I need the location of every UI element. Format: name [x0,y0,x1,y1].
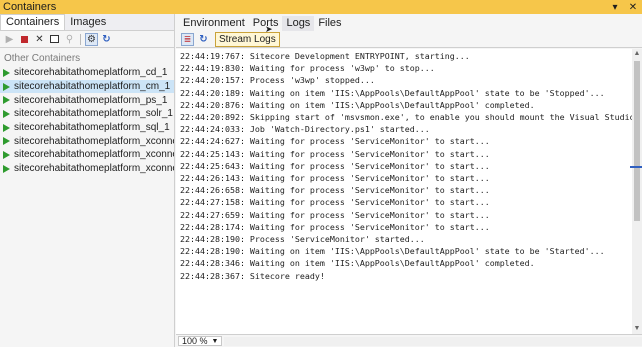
window-title: Containers [3,1,57,13]
log-line: 22:44:20:157: Process 'w3wp' stopped... [180,75,375,86]
scroll-up-icon[interactable]: ▲ [632,49,642,59]
container-list: sitecorehabitathomeplatform_cd_1 sitecor… [0,66,174,176]
refresh-logs-icon[interactable]: ↻ [197,33,210,46]
container-name: sitecorehabitathomeplatform_solr_1 [14,108,173,120]
close-icon[interactable]: ✕ [624,2,642,13]
containers-panel: Containers Images ▶ ✕ ⚲ ⚙ ↻ Other Contai… [0,14,175,347]
log-line: 22:44:25:143: Waiting for process 'Servi… [180,148,490,159]
terminal-icon[interactable] [48,33,61,46]
container-item[interactable]: sitecorehabitathomeplatform_sql_1 [0,121,174,135]
editor-status-bar: 100 % ▼ [176,334,642,347]
zoom-select[interactable]: 100 % ▼ [178,335,223,346]
container-item[interactable]: sitecorehabitathomeplatform_xconnect-ind… [0,162,174,176]
settings-icon[interactable]: ⚙ [85,32,98,46]
other-containers-heading: Other Containers [4,53,81,64]
log-line: 22:44:20:876: Waiting on item 'IIS:\AppP… [180,99,535,110]
container-item[interactable]: sitecorehabitathomeplatform_cd_1 [0,66,174,80]
dropdown-icon[interactable]: ▾ [606,2,624,13]
tab-environment[interactable]: Environment [179,16,249,31]
container-name: sitecorehabitathomeplatform_cd_1 [14,67,168,79]
delete-icon[interactable]: ✕ [33,33,46,46]
start-icon[interactable]: ▶ [3,33,16,46]
vertical-scrollbar[interactable]: ▲ ▼ [630,49,642,334]
log-line: 22:44:26:658: Waiting for process 'Servi… [180,185,490,196]
log-line: 22:44:25:643: Waiting for process 'Servi… [180,160,490,171]
running-status-icon [3,164,10,173]
running-status-icon [3,109,10,118]
stop-icon[interactable] [18,33,31,46]
details-panel: Environment Ports Logs Files ≣ ↻ Stream … [176,14,642,347]
log-line: 22:44:28:190: Process 'ServiceMonitor' s… [180,234,425,245]
log-line: 22:44:27:659: Waiting for process 'Servi… [180,209,490,220]
zoom-value: 100 % [182,335,208,346]
running-status-icon [3,137,10,146]
running-status-icon [3,96,10,105]
attach-icon[interactable]: ⚲ [63,33,76,46]
scroll-down-icon[interactable]: ▼ [632,324,642,334]
left-tab-strip: Containers Images [0,14,174,31]
log-line: 22:44:28:190: Waiting on item 'IIS:\AppP… [180,246,605,257]
container-name: sitecorehabitathomeplatform_xconnect-ind… [14,163,174,175]
running-status-icon [3,82,10,91]
tab-images[interactable]: Images [65,15,111,30]
chevron-down-icon: ▼ [211,337,219,345]
log-line: 22:44:24:627: Waiting for process 'Servi… [180,136,490,147]
refresh-icon[interactable]: ↻ [100,33,113,46]
container-item[interactable]: sitecorehabitathomeplatform_xconnect_1 [0,134,174,148]
container-item[interactable]: sitecorehabitathomeplatform_xconnect-aut… [0,148,174,162]
container-item[interactable]: sitecorehabitathomeplatform_solr_1 [0,107,174,121]
log-line: 22:44:20:189: Waiting on item 'IIS:\AppP… [180,87,605,98]
log-line: 22:44:19:767: Sitecore Development ENTRY… [180,51,470,61]
logs-toolbar: ≣ ↻ Stream Logs [176,31,642,48]
scroll-position-marker [630,166,642,168]
containers-toolbar: ▶ ✕ ⚲ ⚙ ↻ [0,31,174,48]
log-line: 22:44:26:143: Waiting for process 'Servi… [180,173,490,184]
running-status-icon [3,150,10,159]
log-line: 22:44:20:892: Skipping start of 'msvsmon… [180,112,632,123]
log-line: 22:44:28:367: Sitecore ready! [180,270,325,281]
log-output[interactable]: 22:44:19:767: Sitecore Development ENTRY… [176,49,632,334]
log-line: 22:44:19:830: Waiting for process 'w3wp'… [180,63,435,74]
container-item[interactable]: sitecorehabitathomeplatform_ps_1 [0,93,174,107]
mouse-cursor-icon: ➤ [265,24,273,34]
log-line: 22:44:28:174: Waiting for process 'Servi… [180,221,490,232]
container-name: sitecorehabitathomeplatform_xconnect-aut… [14,149,174,161]
log-line: 22:44:24:033: Job 'Watch-Directory.ps1' … [180,124,430,135]
container-name: sitecorehabitathomeplatform_cm_1 [14,81,171,93]
container-item[interactable]: sitecorehabitathomeplatform_cm_1 [0,79,174,94]
container-name: sitecorehabitathomeplatform_ps_1 [14,94,168,106]
log-line: 22:44:27:158: Waiting for process 'Servi… [180,197,490,208]
running-status-icon [3,123,10,132]
container-name: sitecorehabitathomeplatform_xconnect_1 [14,135,174,147]
right-tab-strip: Environment Ports Logs Files [176,14,642,31]
container-name: sitecorehabitathomeplatform_sql_1 [14,122,170,134]
log-line: 22:44:28:346: Waiting on item 'IIS:\AppP… [180,258,535,269]
horizontal-scrollbar[interactable] [224,336,642,346]
toolbar-separator [80,33,81,45]
stream-logs-icon[interactable]: ≣ [181,32,194,46]
running-status-icon [3,68,10,77]
tab-containers[interactable]: Containers [0,14,66,30]
scroll-thumb[interactable] [634,61,640,221]
title-bar: Containers ▾ ✕ [0,0,642,14]
tab-logs[interactable]: Logs [282,16,315,31]
tab-files[interactable]: Files [314,16,345,31]
